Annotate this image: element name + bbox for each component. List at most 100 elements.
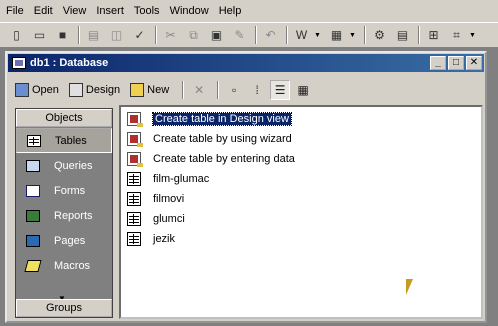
list-item[interactable]: film-glumac	[127, 170, 209, 188]
object-forms[interactable]: Forms	[16, 178, 112, 203]
menu-view[interactable]: View	[63, 5, 87, 17]
toolbar-separator	[364, 26, 366, 44]
list-item[interactable]: jezik	[127, 230, 175, 248]
save-icon[interactable]: ■	[52, 25, 73, 45]
toolbar-separator	[217, 81, 220, 99]
minimize-button[interactable]: _	[430, 56, 446, 70]
list-item[interactable]: Create table by using wizard	[127, 130, 292, 148]
open-label: Open	[32, 84, 59, 96]
object-label: Pages	[54, 234, 86, 247]
delete-icon[interactable]: ✕	[189, 80, 209, 100]
page-icon	[26, 234, 40, 247]
open-button[interactable]: Open	[13, 79, 61, 101]
new-object-icon[interactable]: ⌗	[446, 25, 467, 45]
menu-edit[interactable]: Edit	[34, 5, 53, 17]
relationships-icon[interactable]: ⊞	[423, 25, 444, 45]
list-item[interactable]: Create table in Design view	[127, 110, 292, 128]
mouse-cursor-icon	[406, 279, 420, 295]
object-pages[interactable]: Pages	[16, 228, 112, 253]
maximize-button[interactable]: □	[448, 56, 464, 70]
new-label: New	[147, 84, 170, 96]
object-label: Queries	[54, 159, 93, 172]
list-item[interactable]: filmovi	[127, 190, 184, 208]
toolbar-separator	[78, 26, 80, 44]
list-item[interactable]: Create table by entering data	[127, 150, 295, 168]
toolbar-separator	[255, 26, 257, 44]
menu-window[interactable]: Window	[170, 5, 209, 17]
object-label: Forms	[54, 184, 86, 197]
spelling-icon[interactable]: ✓	[129, 25, 150, 45]
objects-bar: Objects Tables Queries Forms Reports Pag…	[15, 108, 113, 318]
window-titlebar[interactable]: db1 : Database _ □ ✕	[8, 54, 484, 72]
chevron-down-icon[interactable]: ▼	[349, 32, 357, 39]
window-title: db1 : Database	[30, 57, 109, 69]
menu-file[interactable]: File	[6, 5, 24, 17]
table-icon	[127, 192, 141, 206]
chevron-down-icon[interactable]: ▼	[469, 32, 477, 39]
object-queries[interactable]: Queries	[16, 153, 112, 178]
design-button[interactable]: Design	[67, 79, 122, 101]
menu-tools[interactable]: Tools	[134, 5, 160, 17]
table-icon	[127, 172, 141, 186]
list-item-label: glumci	[153, 213, 185, 225]
menu-insert[interactable]: Insert	[96, 5, 124, 17]
table-icon	[27, 134, 41, 147]
paste-icon[interactable]: ▣	[206, 25, 227, 45]
copy-icon[interactable]: ⧉	[183, 25, 204, 45]
toolbar-separator	[286, 26, 288, 44]
close-button[interactable]: ✕	[466, 56, 482, 70]
table-icon	[127, 212, 141, 226]
list-item-label: Create table by using wizard	[153, 133, 292, 145]
groups-button[interactable]: Groups	[16, 299, 112, 317]
office-links-icon[interactable]: W	[291, 25, 312, 45]
print-preview-icon[interactable]: ◫	[106, 25, 127, 45]
query-icon	[26, 159, 40, 172]
wizard-icon	[127, 152, 143, 167]
window-controls: _ □ ✕	[428, 56, 482, 70]
new-button[interactable]: New	[128, 79, 171, 101]
report-icon	[26, 209, 40, 222]
properties-icon[interactable]: ▤	[392, 25, 413, 45]
macro-icon	[24, 259, 42, 272]
toolbar-separator	[155, 26, 157, 44]
small-icons-icon[interactable]: ⁞	[247, 80, 267, 100]
objects-list-pane: Create table in Design view Create table…	[119, 105, 483, 319]
database-icon	[12, 57, 26, 69]
mdi-area: db1 : Database _ □ ✕ Open Design New ✕ ▫…	[0, 48, 498, 326]
design-label: Design	[85, 84, 121, 96]
cut-icon[interactable]: ✂	[160, 25, 181, 45]
form-icon	[26, 184, 40, 197]
undo-icon[interactable]: ↶	[260, 25, 281, 45]
menu-help[interactable]: Help	[219, 5, 242, 17]
details-view-icon[interactable]: ▦	[293, 80, 313, 100]
database-toolbar: Open Design New ✕ ▫ ⁞ ☰ ▦	[9, 77, 483, 103]
list-item[interactable]: glumci	[127, 210, 185, 228]
analyze-icon[interactable]: ▦	[326, 25, 347, 45]
object-tables[interactable]: Tables	[16, 128, 112, 153]
open-icon	[15, 83, 29, 97]
object-label: Macros	[54, 259, 91, 272]
large-icons-icon[interactable]: ▫	[224, 80, 244, 100]
format-painter-icon[interactable]: ✎	[229, 25, 250, 45]
list-item-label: Create table in Design view	[152, 112, 292, 126]
main-toolbar: ▯ ▭ ■ ▤ ◫ ✓ ✂ ⧉ ▣ ✎ ↶ W ▼ ▦ ▼ ⚙ ▤ ⊞ ⌗ ▼	[0, 22, 498, 48]
wizard-icon	[127, 112, 143, 127]
toolbar-separator	[182, 81, 185, 99]
new-file-icon[interactable]: ▯	[6, 25, 27, 45]
code-icon[interactable]: ⚙	[369, 25, 390, 45]
open-folder-icon[interactable]: ▭	[29, 25, 50, 45]
print-icon[interactable]: ▤	[83, 25, 104, 45]
new-icon	[130, 83, 145, 97]
object-reports[interactable]: Reports	[16, 203, 112, 228]
chevron-down-icon[interactable]: ▼	[314, 32, 322, 39]
list-item-label: film-glumac	[153, 173, 210, 185]
objects-header[interactable]: Objects	[16, 109, 112, 127]
toolbar-separator	[418, 26, 420, 44]
object-macros[interactable]: Macros	[16, 253, 112, 278]
menu-bar: File Edit View Insert Tools Window Help	[0, 0, 498, 22]
wizard-icon	[127, 132, 143, 147]
list-item-label: Create table by entering data	[153, 153, 295, 165]
list-view-icon[interactable]: ☰	[270, 80, 291, 100]
objects-list: Tables Queries Forms Reports Pages Macro…	[16, 128, 112, 278]
object-label: Tables	[55, 134, 87, 147]
